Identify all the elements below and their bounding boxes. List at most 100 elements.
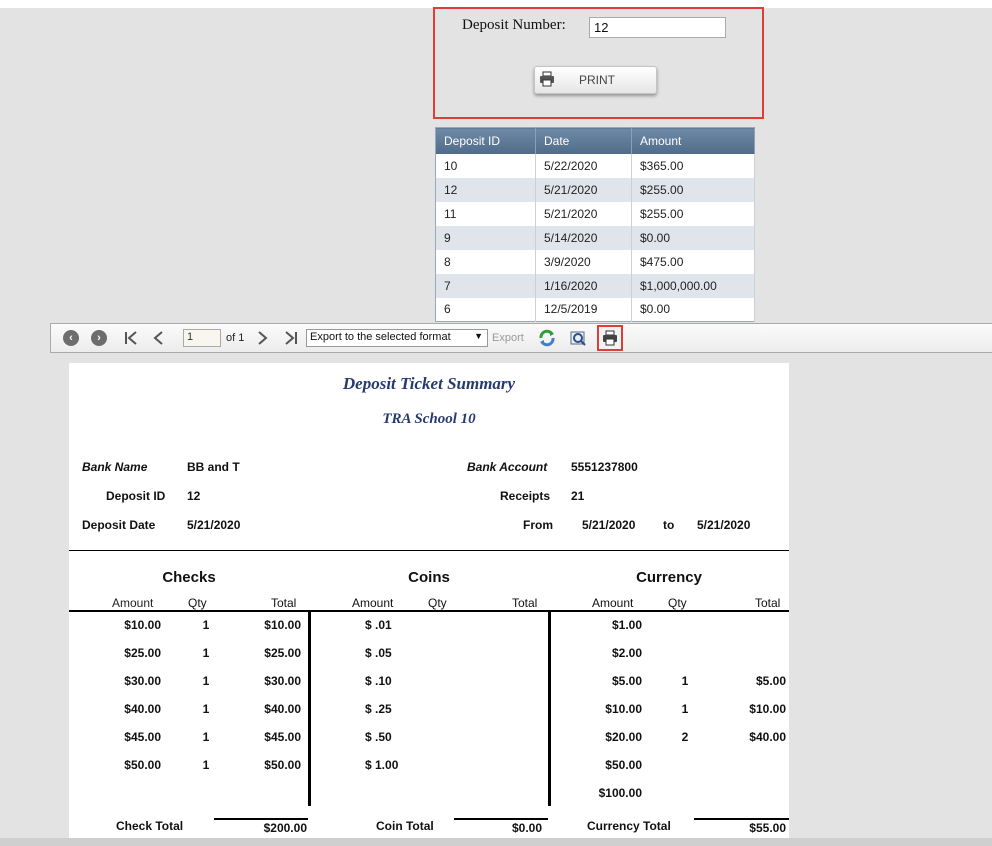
cell-date: 5/21/2020 bbox=[535, 177, 632, 202]
currency-qty-header: Qty bbox=[668, 596, 687, 610]
cell-date: 3/9/2020 bbox=[535, 249, 632, 274]
check-qty: 1 bbox=[202, 758, 210, 772]
next-page-button[interactable] bbox=[256, 324, 270, 352]
last-page-button[interactable] bbox=[283, 324, 299, 352]
check-amount: $30.00 bbox=[124, 674, 161, 688]
first-page-icon bbox=[125, 331, 137, 345]
checks-qty-header: Qty bbox=[188, 596, 207, 610]
currency-total: $10.00 bbox=[749, 702, 786, 716]
currency-qty: 1 bbox=[681, 702, 689, 716]
receipts-value: 21 bbox=[571, 489, 585, 503]
first-page-button[interactable] bbox=[123, 324, 139, 352]
check-amount: $25.00 bbox=[124, 646, 161, 660]
magnifier-page-icon bbox=[570, 331, 586, 346]
header-divider bbox=[69, 550, 789, 551]
check-qty: 1 bbox=[202, 618, 210, 632]
currency-total-label: Currency Total bbox=[587, 819, 671, 833]
deposit-id-label: Deposit ID bbox=[106, 489, 166, 503]
print-preview-button[interactable] bbox=[569, 324, 587, 352]
check-total-value: $200.00 bbox=[263, 821, 307, 835]
deposit-id-value: 12 bbox=[187, 489, 201, 503]
cell-amount: $0.00 bbox=[631, 297, 755, 322]
table-row[interactable]: 12 5/21/2020 $255.00 bbox=[435, 177, 755, 202]
deposit-date-value: 5/21/2020 bbox=[187, 518, 241, 532]
currency-amount: $100.00 bbox=[598, 786, 642, 800]
checks-section-title: Checks bbox=[162, 569, 216, 586]
checks-amount-header: Amount bbox=[112, 596, 154, 610]
circle-left-arrow-icon: ‹ bbox=[63, 330, 79, 346]
check-qty: 1 bbox=[202, 702, 210, 716]
report-title: Deposit Ticket Summary bbox=[342, 374, 516, 393]
check-amount: $45.00 bbox=[124, 730, 161, 744]
from-date-value: 5/21/2020 bbox=[582, 518, 636, 532]
check-qty: 1 bbox=[202, 674, 210, 688]
coin-total-value: $0.00 bbox=[511, 821, 542, 835]
bottom-scroll-area bbox=[0, 838, 992, 846]
currency-qty: 2 bbox=[681, 730, 689, 744]
column-header-deposit-id[interactable]: Deposit ID bbox=[435, 127, 536, 154]
currency-total-header: Total bbox=[755, 596, 781, 610]
receipts-label: Receipts bbox=[500, 489, 551, 503]
deposit-number-input[interactable] bbox=[589, 17, 726, 38]
nav-back-button[interactable]: ‹ bbox=[63, 324, 79, 352]
chevron-right-icon bbox=[258, 331, 268, 345]
nav-forward-button[interactable]: › bbox=[91, 324, 107, 352]
to-label: to bbox=[663, 518, 675, 532]
coin-total-rule bbox=[454, 818, 548, 820]
coins-total-header: Total bbox=[512, 596, 538, 610]
deposit-number-label: Deposit Number: bbox=[462, 17, 566, 33]
chevron-left-icon bbox=[153, 331, 163, 345]
cell-amount: $0.00 bbox=[631, 225, 755, 250]
check-total: $25.00 bbox=[264, 646, 301, 660]
column-header-rule bbox=[69, 610, 789, 612]
circle-right-arrow-icon: › bbox=[91, 330, 107, 346]
table-row[interactable]: 9 5/14/2020 $0.00 bbox=[435, 225, 755, 250]
check-amount: $40.00 bbox=[124, 702, 161, 716]
coin-total-label: Coin Total bbox=[376, 819, 434, 833]
table-row[interactable]: 10 5/22/2020 $365.00 bbox=[435, 153, 755, 178]
bank-account-label: Bank Account bbox=[467, 460, 548, 474]
cell-amount: $365.00 bbox=[631, 153, 755, 178]
checks-coins-divider bbox=[308, 610, 311, 806]
column-header-date[interactable]: Date bbox=[535, 127, 632, 154]
cell-date: 1/16/2020 bbox=[535, 273, 632, 298]
refresh-icon bbox=[539, 329, 555, 347]
table-row[interactable]: 8 3/9/2020 $475.00 bbox=[435, 249, 755, 274]
last-page-icon bbox=[285, 331, 297, 345]
currency-amount: $20.00 bbox=[605, 730, 642, 744]
export-format-select[interactable]: Export to the selected format ▼ bbox=[306, 329, 488, 347]
currency-total-value: $55.00 bbox=[749, 821, 786, 835]
refresh-button[interactable] bbox=[538, 324, 556, 352]
toolbar-print-button[interactable] bbox=[597, 325, 623, 351]
deposit-date-label: Deposit Date bbox=[82, 518, 156, 532]
table-row[interactable]: 11 5/21/2020 $255.00 bbox=[435, 201, 755, 226]
print-button[interactable]: PRINT bbox=[534, 66, 657, 94]
coins-section-title: Coins bbox=[408, 569, 450, 586]
cell-amount: $1,000,000.00 bbox=[631, 273, 755, 298]
check-total-rule bbox=[214, 818, 308, 820]
cell-date: 12/5/2019 bbox=[535, 297, 632, 322]
currency-section-title: Currency bbox=[636, 569, 702, 586]
check-total-label: Check Total bbox=[116, 819, 184, 833]
current-page-input[interactable]: 1 bbox=[183, 329, 221, 347]
check-total: $45.00 bbox=[264, 730, 301, 744]
previous-page-button[interactable] bbox=[151, 324, 165, 352]
currency-amount: $1.00 bbox=[611, 618, 642, 632]
column-header-amount[interactable]: Amount bbox=[631, 127, 755, 154]
table-row[interactable]: 7 1/16/2020 $1,000,000.00 bbox=[435, 273, 755, 298]
currency-total: $5.00 bbox=[755, 674, 786, 688]
currency-amount: $10.00 bbox=[605, 702, 642, 716]
currency-total: $40.00 bbox=[749, 730, 786, 744]
table-row[interactable]: 6 12/5/2019 $0.00 bbox=[435, 297, 755, 322]
bank-account-value: 5551237800 bbox=[571, 460, 638, 474]
report-viewer-toolbar: ‹ › 1 of 1 Export to the selected format… bbox=[50, 323, 992, 353]
check-amount: $50.00 bbox=[124, 758, 161, 772]
currency-total-rule bbox=[694, 818, 789, 820]
bank-name-label: Bank Name bbox=[82, 460, 148, 474]
currency-amount: $2.00 bbox=[611, 646, 642, 660]
export-link[interactable]: Export bbox=[492, 332, 524, 344]
check-amount: $10.00 bbox=[124, 618, 161, 632]
currency-amount-header: Amount bbox=[592, 596, 634, 610]
page-count-label: of 1 bbox=[226, 332, 245, 344]
cell-date: 5/14/2020 bbox=[535, 225, 632, 250]
